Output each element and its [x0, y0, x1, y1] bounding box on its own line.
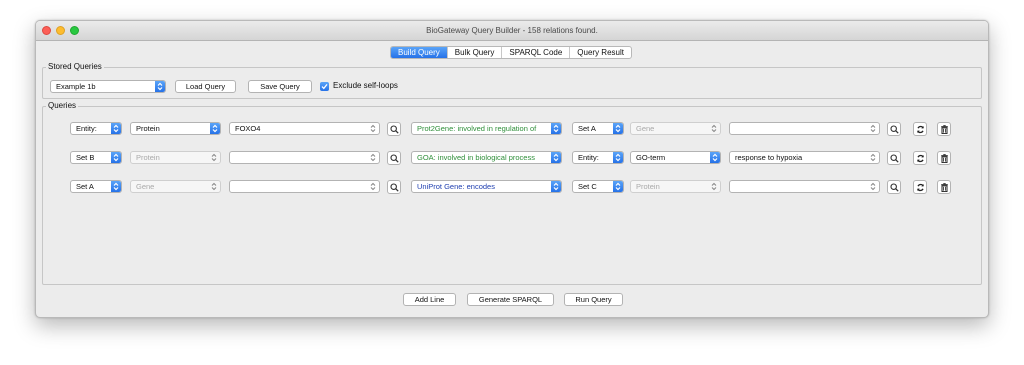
row-1-search-icon[interactable] [387, 151, 401, 165]
row-0-value-field[interactable]: FOXO4 [229, 122, 380, 135]
row-1-value2-field[interactable]: response to hypoxia [729, 151, 880, 164]
chevron-updown-icon [711, 123, 717, 134]
title-bar: BioGateway Query Builder - 158 relations… [36, 21, 988, 41]
chevron-updown-icon [370, 181, 376, 192]
tab-query-result[interactable]: Query Result [570, 47, 631, 58]
exclude-self-loops-checkbox[interactable] [320, 82, 329, 91]
chevron-updown-icon [210, 123, 220, 134]
row-2-class-select[interactable]: Gene [130, 180, 221, 193]
row-0-type-select-value: Entity: [76, 124, 97, 133]
chevron-updown-icon [551, 181, 561, 192]
row-0-type-select[interactable]: Entity: [70, 122, 122, 135]
row-0-class-select[interactable]: Protein [130, 122, 221, 135]
row-2-search-icon[interactable] [387, 180, 401, 194]
row-1-refresh-icon[interactable] [913, 151, 927, 165]
row-1-class-select-value: Protein [136, 153, 160, 162]
add-line-button[interactable]: Add Line [403, 293, 456, 306]
row-1-value2-field-value: response to hypoxia [735, 153, 803, 162]
row-0-value2-field[interactable] [729, 122, 880, 135]
row-2-value2-field[interactable] [729, 180, 880, 193]
row-2-class-select-value: Gene [136, 182, 155, 191]
row-2-value-field[interactable] [229, 180, 380, 193]
row-1-delete-icon[interactable] [937, 151, 951, 165]
chevron-updown-icon [870, 152, 876, 163]
row-1-class-select[interactable]: Protein [130, 151, 221, 164]
chevron-updown-icon [370, 152, 376, 163]
app-window: BioGateway Query Builder - 158 relations… [35, 20, 989, 318]
row-2-delete-icon[interactable] [937, 180, 951, 194]
chevron-updown-icon [111, 181, 121, 192]
row-0-relation-select[interactable]: Prot2Gene: involved in regulation of [411, 122, 562, 135]
row-0-refresh-icon[interactable] [913, 122, 927, 136]
chevron-updown-icon [155, 81, 165, 92]
row-1-relation-select[interactable]: GOA: involved in biological process [411, 151, 562, 164]
row-2-type2-select-value: Set C [578, 182, 597, 191]
row-1-type2-select[interactable]: Entity: [572, 151, 624, 164]
row-0-relation-select-value: Prot2Gene: involved in regulation of [417, 124, 537, 133]
queries-label: Queries [46, 101, 79, 110]
row-2-type-select-value: Set A [76, 182, 94, 191]
chevron-updown-icon [710, 152, 720, 163]
row-1-type-select-value: Set B [76, 153, 95, 162]
chevron-updown-icon [551, 123, 561, 134]
row-2-refresh-icon[interactable] [913, 180, 927, 194]
row-1-type-select[interactable]: Set B [70, 151, 122, 164]
row-0-type2-select[interactable]: Set A [572, 122, 624, 135]
chevron-updown-icon [211, 181, 217, 192]
row-0-class2-select[interactable]: Gene [630, 122, 721, 135]
row-2-relation-select[interactable]: UniProt Gene: encodes [411, 180, 562, 193]
row-2-class2-select-value: Protein [636, 182, 660, 191]
chevron-updown-icon [211, 152, 217, 163]
chevron-updown-icon [870, 123, 876, 134]
row-2-class2-select[interactable]: Protein [630, 180, 721, 193]
chevron-updown-icon [613, 152, 623, 163]
chevron-updown-icon [711, 181, 717, 192]
stored-query-value: Example 1b [56, 82, 96, 91]
run-query-button[interactable]: Run Query [564, 293, 623, 306]
chevron-updown-icon [870, 181, 876, 192]
chevron-updown-icon [111, 123, 121, 134]
row-2-search2-icon[interactable] [887, 180, 901, 194]
chevron-updown-icon [111, 152, 121, 163]
row-1-class2-select-value: GO-term [636, 153, 666, 162]
save-query-button[interactable]: Save Query [248, 80, 312, 93]
tab-bar: Build Query Bulk Query SPARQL Code Query… [390, 46, 632, 59]
tab-bulk-query[interactable]: Bulk Query [448, 47, 503, 58]
chevron-updown-icon [370, 123, 376, 134]
window-title: BioGateway Query Builder - 158 relations… [426, 26, 598, 35]
tab-build-query[interactable]: Build Query [391, 47, 448, 58]
row-2-type-select[interactable]: Set A [70, 180, 122, 193]
row-1-type2-select-value: Entity: [578, 153, 599, 162]
row-2-relation-select-value: UniProt Gene: encodes [417, 182, 495, 191]
row-1-relation-select-value: GOA: involved in biological process [417, 153, 535, 162]
row-0-class2-select-value: Gene [636, 124, 655, 133]
row-0-search-icon[interactable] [387, 122, 401, 136]
row-0-search2-icon[interactable] [887, 122, 901, 136]
row-1-value-field[interactable] [229, 151, 380, 164]
row-0-type2-select-value: Set A [578, 124, 596, 133]
row-0-delete-icon[interactable] [937, 122, 951, 136]
chevron-updown-icon [551, 152, 561, 163]
generate-sparql-button[interactable]: Generate SPARQL [467, 293, 554, 306]
load-query-button[interactable]: Load Query [175, 80, 236, 93]
tab-sparql-code[interactable]: SPARQL Code [502, 47, 571, 58]
chevron-updown-icon [613, 181, 623, 192]
stored-query-select[interactable]: Example 1b [50, 80, 166, 93]
chevron-updown-icon [613, 123, 623, 134]
row-0-value-field-value: FOXO4 [235, 124, 261, 133]
row-1-class2-select[interactable]: GO-term [630, 151, 721, 164]
exclude-self-loops-label: Exclude self-loops [333, 81, 398, 90]
row-1-search2-icon[interactable] [887, 151, 901, 165]
row-2-type2-select[interactable]: Set C [572, 180, 624, 193]
row-0-class-select-value: Protein [136, 124, 160, 133]
stored-queries-label: Stored Queries [46, 62, 104, 71]
